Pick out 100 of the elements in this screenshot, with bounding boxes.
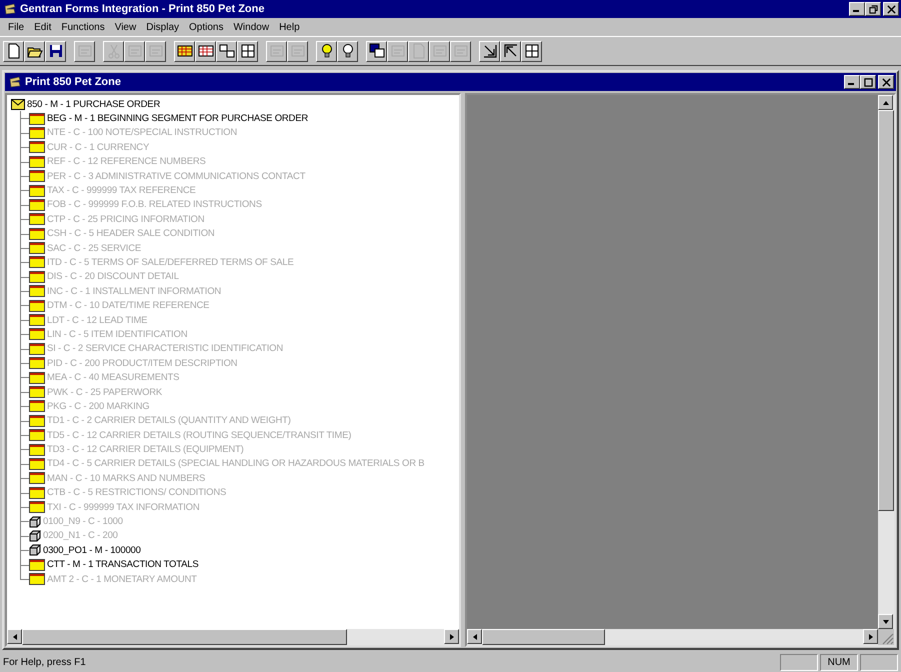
scroll-left-button[interactable] [7,629,22,644]
menu-item[interactable]: Functions [56,22,110,32]
arrow-icon [482,43,498,59]
segment-icon [29,213,45,226]
window-title: Gentran Forms Integration - Print 850 Pet Zone [20,3,264,15]
grid-icon [198,43,214,59]
tree-item[interactable]: 0300_PO1 - M - 100000 [29,543,141,558]
segment-icon [29,126,45,139]
toolbar-button[interactable] [3,40,24,62]
menu-item[interactable]: Display [141,22,184,32]
segment-icon [29,458,45,470]
menu-item[interactable]: View [110,22,142,32]
toolbar-button[interactable] [216,40,237,62]
restore-icon [868,4,878,14]
segment-icon [29,573,45,586]
cube-icon [29,516,41,528]
segment-icon [29,486,45,499]
document-icon [6,43,22,59]
grid-icon [524,43,540,59]
toolbar-button[interactable] [500,40,521,62]
toolbar-button[interactable] [337,40,358,62]
close-icon [886,4,896,14]
minimize-icon [852,10,858,12]
minimize-icon [848,83,854,85]
segment-icon [29,342,45,355]
close-icon [882,78,890,86]
segment-icon [29,472,45,484]
segment-icon [29,198,45,211]
segment-icon [29,328,45,340]
close-button[interactable] [878,75,894,89]
app-icon [4,3,16,15]
windows-icon [368,43,384,59]
scroll-left-button[interactable] [467,629,482,644]
maximize-button[interactable] [860,75,876,89]
menu-item[interactable]: Edit [29,22,56,32]
scroll-right-button[interactable] [444,629,459,644]
segment-icon [29,414,45,427]
segment-icon [29,444,45,456]
left-arrow-icon [10,632,18,640]
document-title: Print 850 Pet Zone [25,76,121,88]
maximize-icon [864,78,872,86]
segment-icon [29,228,45,240]
toolbar-button[interactable] [45,40,66,62]
status-panel [860,654,898,670]
vertical-scrollbar[interactable] [878,95,894,629]
horizontal-scrollbar[interactable] [7,629,459,645]
toolbar-button[interactable] [174,40,195,62]
segment-icon [29,270,45,283]
segment-icon [29,300,45,312]
segment-icon [29,357,45,370]
right-arrow-icon [866,632,874,640]
segment-icon [29,429,45,442]
right-arrow-icon [448,632,456,640]
document-icon [9,76,21,88]
minimize-button[interactable] [844,75,860,89]
menu-item[interactable]: File [3,22,30,32]
segment-icon [29,400,45,412]
tree-item[interactable]: CTT - M - 1 TRANSACTION TOTALS [29,558,198,572]
toolbar-button[interactable] [237,40,258,62]
toolbar-button[interactable] [479,40,500,62]
scissors-icon [106,43,122,59]
toolbar-button[interactable] [366,40,387,62]
toolbar-button[interactable] [24,40,45,62]
segment-icon [29,112,45,125]
cube-icon [29,544,41,556]
menu-item[interactable]: Window [228,22,274,32]
segment-icon [29,501,45,514]
segment-icon [29,170,45,182]
toolbar-button[interactable] [316,40,337,62]
horizontal-scrollbar[interactable] [467,629,878,645]
segment-icon [29,558,45,571]
tree-item[interactable]: 850 - M - 1 PURCHASE ORDER [11,97,459,112]
scroll-up-button[interactable] [878,95,893,110]
up-arrow-icon [882,98,890,106]
status-indicator: NUM [820,654,858,670]
arrow-icon [502,43,518,59]
status-message: For Help, press F1 [3,656,87,668]
segment-icon [29,184,45,197]
down-arrow-icon [882,618,890,626]
segment-icon [29,156,45,168]
menu-item[interactable]: Help [274,22,305,32]
segment-icon [29,242,45,254]
cube-icon [29,530,41,542]
segment-icon [29,314,45,326]
restore-button[interactable] [865,2,881,16]
toolbar-button[interactable] [521,40,542,62]
segment-icon [29,386,45,398]
segment-icon [29,141,45,154]
status-panel [780,654,818,670]
scroll-down-button[interactable] [878,614,893,629]
scroll-right-button[interactable] [863,629,878,644]
segment-icon [29,256,45,268]
segment-icon [29,285,45,298]
document-icon [410,43,426,59]
menu-item[interactable]: Options [184,22,228,32]
tree-item[interactable]: BEG - M - 1 BEGINNING SEGMENT FOR PURCHASE ORDER [29,111,308,126]
xy-icon [218,43,234,59]
minimize-button[interactable] [849,2,865,16]
close-button[interactable] [883,2,899,16]
toolbar-button[interactable] [195,40,216,62]
